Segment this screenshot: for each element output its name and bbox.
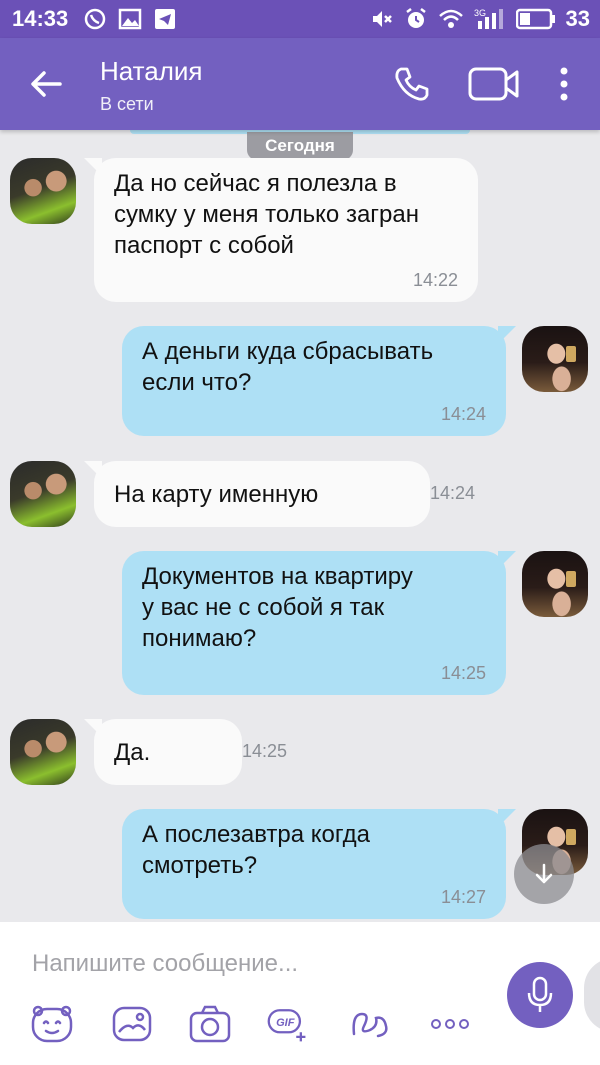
avatar-phone (566, 829, 576, 845)
status-right-icons: 3G 33 (370, 6, 590, 32)
message-text: Документов на квартиру у вас не с собой … (142, 563, 413, 652)
viber-icon (84, 8, 106, 30)
contact-avatar[interactable] (10, 719, 76, 785)
signal-icon: 3G (474, 8, 503, 29)
incoming-message[interactable]: Да но сейчас я полезла в сумку у меня то… (94, 158, 478, 302)
gif-button[interactable]: GIF (266, 1002, 310, 1046)
message-time: 14:27 (440, 887, 486, 907)
contact-avatar[interactable] (10, 461, 76, 527)
avatar-phone (566, 346, 576, 362)
gallery-button[interactable] (110, 1002, 154, 1046)
message-time: 14:22 (412, 270, 458, 290)
mute-icon (372, 11, 392, 27)
message-text: На карту именную (114, 481, 319, 508)
camera-icon (189, 1005, 231, 1043)
message-composer: GIF (0, 922, 600, 1065)
message-time: 14:25 (242, 741, 288, 761)
contact-name[interactable]: Наталия (100, 56, 203, 87)
arrow-down-icon (535, 863, 553, 884)
microphone-icon (527, 976, 553, 1012)
contact-avatar[interactable] (10, 158, 76, 224)
doodle-button[interactable] (348, 1002, 392, 1046)
telegram-icon (155, 9, 175, 29)
incoming-message[interactable]: Да. 14:25 (94, 719, 287, 785)
status-time: 14:33 (12, 6, 69, 31)
side-panel-edge[interactable] (584, 958, 600, 1032)
wifi-icon (438, 9, 463, 28)
message-time: 14:24 (430, 483, 476, 503)
date-separator: Сегодня (247, 132, 353, 160)
more-options-button[interactable] (428, 1002, 472, 1046)
message-time: 14:24 (440, 404, 486, 424)
outgoing-message[interactable]: Документов на квартиру у вас не с собой … (122, 551, 506, 695)
message-list[interactable]: Сегодня Да но сейчас я полезла в сумку у… (0, 130, 600, 922)
sticker-button[interactable] (30, 1002, 74, 1046)
gif-label: GIF (276, 1017, 295, 1029)
camera-button[interactable] (188, 1002, 232, 1046)
message-input[interactable] (32, 946, 472, 982)
status-bar: 14:33 3G 33 (0, 0, 600, 38)
message-time: 14:25 (440, 663, 486, 683)
message-text: Да. (114, 739, 151, 766)
doodle-icon (352, 1012, 388, 1038)
incoming-message[interactable]: На карту именную 14:24 (94, 461, 475, 527)
message-text: А послезавтра когда смотреть? (142, 821, 370, 879)
voice-record-button[interactable] (507, 962, 573, 1028)
outgoing-message[interactable]: А послезавтра когда смотреть? 14:27 (122, 809, 506, 919)
gallery-icon (112, 1006, 152, 1042)
chat-header: Наталия В сети (0, 38, 600, 130)
avatar-phone (566, 571, 576, 587)
more-icon (431, 1019, 469, 1029)
outgoing-message[interactable]: А деньги куда сбрасывать если что? 14:24 (122, 326, 506, 436)
video-call-icon[interactable] (468, 66, 520, 102)
contact-status: В сети (100, 94, 154, 114)
battery-percent: 33 (565, 6, 590, 31)
sticker-icon (31, 1005, 73, 1043)
back-arrow-icon[interactable] (26, 64, 66, 104)
more-menu-icon[interactable] (552, 64, 576, 104)
my-avatar[interactable] (522, 326, 588, 392)
battery-icon (515, 8, 555, 30)
notification-icons (84, 8, 176, 30)
alarm-icon (405, 8, 426, 28)
scroll-to-bottom-button[interactable] (514, 844, 574, 904)
gif-icon: GIF (267, 1009, 306, 1042)
message-text: Да но сейчас я полезла в сумку у меня то… (114, 170, 419, 259)
message-text: А деньги куда сбрасывать если что? (142, 338, 434, 396)
network-type: 3G (474, 8, 486, 18)
my-avatar[interactable] (522, 551, 588, 617)
phone-call-icon[interactable] (392, 64, 432, 104)
gallery-icon (118, 8, 142, 30)
